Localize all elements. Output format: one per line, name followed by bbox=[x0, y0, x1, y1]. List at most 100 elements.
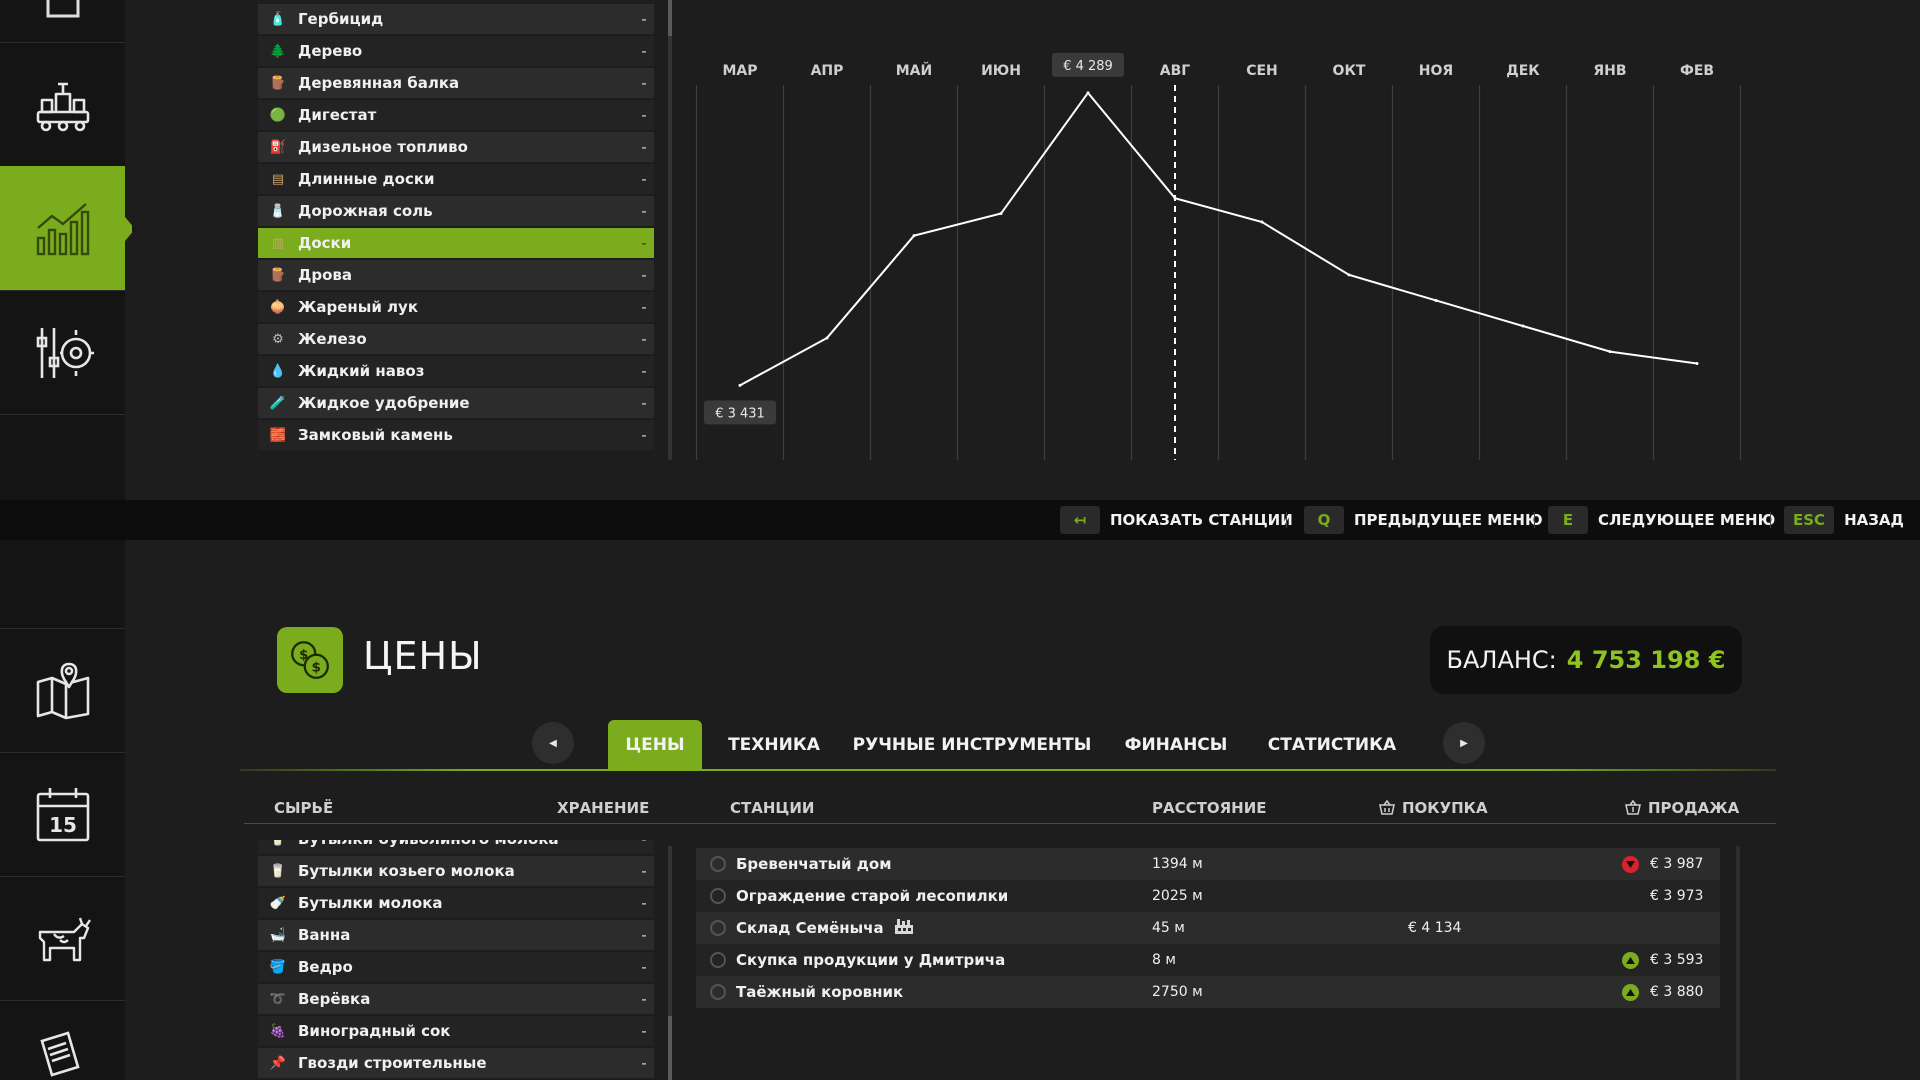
tab-prices[interactable]: ЦЕНЫ bbox=[608, 720, 702, 770]
station-name-cell: Бревенчатый дом bbox=[710, 848, 891, 880]
list-item[interactable]: 🍼 Бутылки молока - bbox=[258, 888, 654, 918]
previous-menu-action[interactable]: Q ПРЕДЫДУЩЕЕ МЕНЮ bbox=[1304, 506, 1543, 534]
list-item[interactable]: ▥ Доски - bbox=[258, 228, 654, 258]
month-label: АВГ bbox=[1160, 63, 1191, 79]
header-sell-label: ПРОДАЖА bbox=[1648, 799, 1740, 817]
screen: { "top_list": { "items": [ {"label": "Ге… bbox=[0, 0, 1920, 1080]
list-item[interactable]: 🪣 Ведро - bbox=[258, 952, 654, 982]
list-item[interactable]: 🛁 Ванна - bbox=[258, 920, 654, 950]
header-distance: РАССТОЯНИЕ bbox=[1152, 799, 1267, 817]
long-planks-icon: ▤ bbox=[271, 171, 285, 187]
month-label: МАР bbox=[722, 63, 757, 79]
list-item[interactable]: 🧪 Жидкое удобрение - bbox=[258, 388, 654, 418]
price-point bbox=[1695, 362, 1699, 366]
station-name-cell: Склад Семёныча bbox=[710, 912, 914, 944]
firewood-icon: 🪵 bbox=[269, 267, 287, 283]
road-salt-icon: 🧂 bbox=[269, 203, 287, 219]
sidebar-item-map[interactable] bbox=[0, 628, 125, 752]
station-marker-icon[interactable] bbox=[710, 952, 726, 968]
station-row[interactable]: Ограждение старой лесопилки 2025 м € 3 973 bbox=[696, 880, 1720, 912]
action-separator bbox=[1286, 512, 1287, 528]
list-item-label: Деревянная балка bbox=[298, 74, 460, 92]
list-item-value: - bbox=[641, 1022, 647, 1040]
list-item[interactable]: 🪵 Деревянная балка - bbox=[258, 68, 654, 98]
station-row[interactable]: Бревенчатый дом 1394 м € 3 987 bbox=[696, 848, 1720, 880]
trend-up-icon bbox=[1622, 984, 1639, 1001]
station-distance: 2750 м bbox=[1152, 984, 1203, 1000]
list-item-value: - bbox=[641, 958, 647, 976]
back-action[interactable]: ESC НАЗАД bbox=[1784, 506, 1904, 534]
balance-box: БАЛАНС: 4 753 198 € bbox=[1430, 626, 1742, 694]
basket-sell-icon bbox=[1625, 799, 1641, 815]
list-item-label: Верёвка bbox=[298, 990, 371, 1008]
price-point bbox=[1521, 324, 1525, 328]
list-item[interactable]: 📌 Гвозди строительные - bbox=[258, 1048, 654, 1078]
station-row[interactable]: Склад Семёныча 45 м € 4 134 bbox=[696, 912, 1720, 944]
bottom-list-scrollbar[interactable] bbox=[668, 846, 672, 1080]
list-item-partial[interactable]: 🥛 Бутылки буйволиного молока - bbox=[258, 840, 654, 854]
station-sell-price: € 3 973 bbox=[1650, 888, 1704, 904]
list-item[interactable]: 🍇 Виноградный сок - bbox=[258, 1016, 654, 1046]
station-marker-icon[interactable] bbox=[710, 888, 726, 904]
milk-bottle-icon: 🍼 bbox=[269, 895, 287, 911]
list-item-label: Дигестат bbox=[298, 106, 377, 124]
list-item[interactable]: 🥛 Бутылки козьего молока - bbox=[258, 856, 654, 886]
list-item-label: Железо bbox=[298, 330, 367, 348]
show-stations-action[interactable]: ↤ ПОКАЗАТЬ СТАНЦИИ bbox=[1060, 506, 1293, 534]
sidebar-item-settings[interactable] bbox=[0, 290, 125, 414]
header-stations: СТАНЦИИ bbox=[730, 799, 815, 817]
list-item[interactable]: ▤ Длинные доски - bbox=[258, 164, 654, 194]
keystone-icon: 🧱 bbox=[269, 427, 287, 443]
station-row[interactable]: Скупка продукции у Дмитрича 8 м € 3 593 bbox=[696, 944, 1720, 976]
list-item[interactable]: 🌲 Дерево - bbox=[258, 36, 654, 66]
list-item-label: Длинные доски bbox=[298, 170, 435, 188]
list-item[interactable]: 🧅 Жареный лук - bbox=[258, 292, 654, 322]
action-bar: ↤ ПОКАЗАТЬ СТАНЦИИ Q ПРЕДЫДУЩЕЕ МЕНЮ E С… bbox=[0, 500, 1920, 540]
list-item[interactable]: 🧴 Гербицид - bbox=[258, 4, 654, 34]
nails-icon: 📌 bbox=[269, 1055, 287, 1071]
month-label: СЕН bbox=[1246, 63, 1278, 79]
list-item-value: - bbox=[641, 170, 647, 188]
bottom-list-scroll-thumb[interactable] bbox=[668, 1016, 672, 1080]
tab-hand-tools[interactable]: РУЧНЫЕ ИНСТРУМЕНТЫ bbox=[852, 720, 1092, 770]
list-item[interactable]: 💧 Жидкий навоз - bbox=[258, 356, 654, 386]
iron-icon: ⚙ bbox=[272, 331, 284, 347]
list-item[interactable]: ➰ Верёвка - bbox=[258, 984, 654, 1014]
sidebar-item-calendar[interactable]: 15 bbox=[0, 752, 125, 876]
station-marker-icon[interactable] bbox=[710, 920, 726, 936]
balance-label: БАЛАНС: bbox=[1446, 646, 1557, 674]
station-marker-icon[interactable] bbox=[710, 856, 726, 872]
sidebar-item-animals[interactable] bbox=[0, 876, 125, 1000]
top-list-scroll-thumb[interactable] bbox=[668, 0, 672, 36]
list-item[interactable]: 🟢 Дигестат - bbox=[258, 100, 654, 130]
sidebar-item-production[interactable] bbox=[0, 42, 125, 166]
min-price-label: € 3 431 bbox=[704, 400, 776, 425]
list-item[interactable]: ⚙ Железо - bbox=[258, 324, 654, 354]
list-item[interactable]: 🪵 Дрова - bbox=[258, 260, 654, 290]
month-label: ДЕК bbox=[1506, 63, 1540, 79]
station-marker-icon[interactable] bbox=[710, 984, 726, 1000]
list-item[interactable]: ⛽ Дизельное топливо - bbox=[258, 132, 654, 162]
tab-prev-button[interactable]: ◀ bbox=[532, 722, 574, 764]
list-item-value: - bbox=[641, 74, 647, 92]
tab-machinery[interactable]: ТЕХНИКА bbox=[716, 720, 832, 770]
tab-statistics[interactable]: СТАТИСТИКА bbox=[1266, 720, 1398, 770]
sidebar-item-contracts[interactable] bbox=[0, 1000, 125, 1080]
list-item-value: - bbox=[641, 862, 647, 880]
list-item[interactable]: 🧂 Дорожная соль - bbox=[258, 196, 654, 226]
tab-finances[interactable]: ФИНАНСЫ bbox=[1118, 720, 1234, 770]
stations-scrollbar[interactable] bbox=[1736, 846, 1740, 1080]
trend-up-icon bbox=[1622, 952, 1639, 969]
sidebar-item-documents-top[interactable] bbox=[0, 0, 125, 42]
price-point bbox=[1608, 350, 1612, 354]
list-item-label: Доски bbox=[298, 234, 352, 252]
sidebar-item-statistics[interactable] bbox=[0, 166, 138, 290]
list-item-label: Виноградный сок bbox=[298, 1022, 451, 1040]
list-item[interactable]: 🧱 Замковый камень - bbox=[258, 420, 654, 450]
next-menu-action[interactable]: E СЛЕДУЮЩЕЕ МЕНЮ bbox=[1548, 506, 1775, 534]
price-point bbox=[1173, 196, 1177, 200]
tab-next-button[interactable]: ▶ bbox=[1443, 722, 1485, 764]
station-row[interactable]: Таёжный коровник 2750 м € 3 880 bbox=[696, 976, 1720, 1008]
top-list-scrollbar[interactable] bbox=[668, 0, 672, 460]
price-point bbox=[1434, 298, 1438, 302]
